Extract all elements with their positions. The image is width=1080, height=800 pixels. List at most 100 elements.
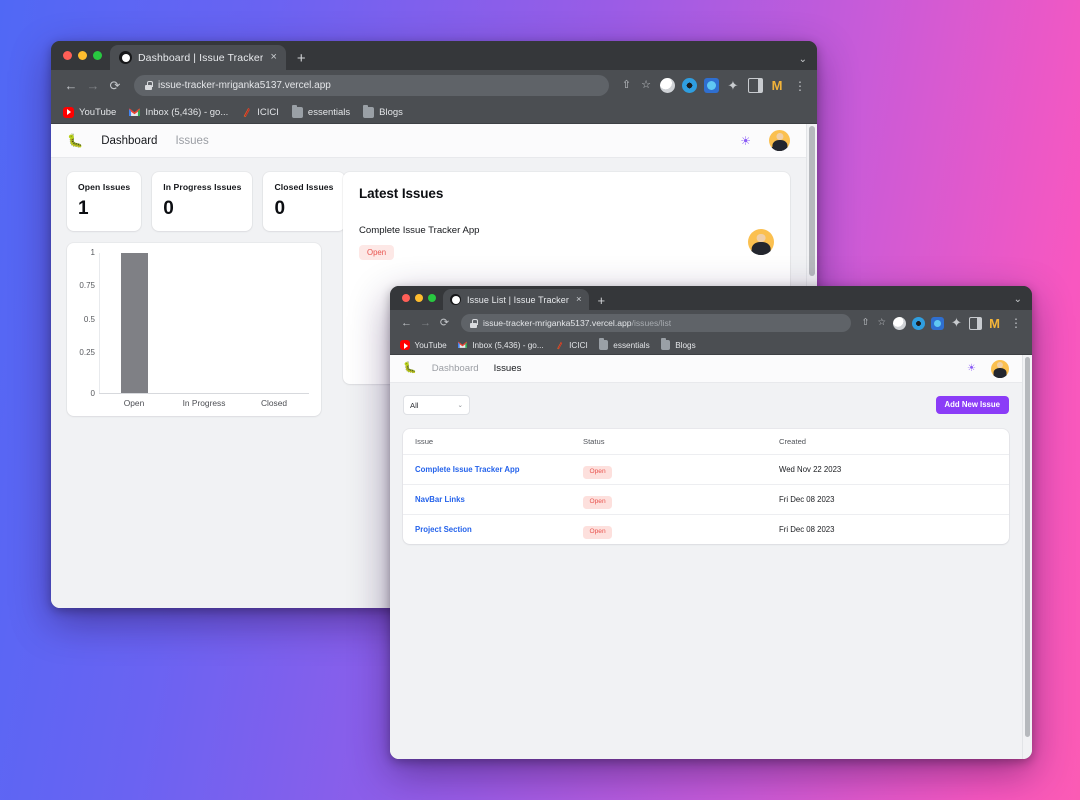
bookmark-blogs[interactable]: Blogs <box>363 104 403 118</box>
side-panel-icon[interactable] <box>969 316 982 330</box>
back-button[interactable]: ← <box>61 79 81 92</box>
avatar[interactable] <box>769 130 790 151</box>
bug-icon[interactable]: 🐛 <box>67 134 83 147</box>
extension-icon-3[interactable] <box>931 316 944 330</box>
issue-link[interactable]: Complete Issue Tracker App <box>415 465 583 474</box>
x-tick: Closed <box>260 398 288 408</box>
add-new-issue-button[interactable]: Add New Issue <box>935 395 1009 415</box>
stat-card-in-progress[interactable]: In Progress Issues 0 <box>152 172 253 231</box>
bookmark-label: YouTube <box>79 106 117 118</box>
address-bar-url: issue-tracker-mriganka5137.vercel.app <box>158 80 331 91</box>
extension-icon-2[interactable] <box>912 316 925 330</box>
browser-menu-icon[interactable]: ⋮ <box>1005 317 1025 329</box>
extension-icon-1[interactable] <box>659 78 675 93</box>
browser-tab-dashboard[interactable]: Dashboard | Issue Tracker × <box>110 45 286 70</box>
chevron-down-icon[interactable]: ⌄ <box>1014 294 1032 310</box>
browser-tab-issue-list[interactable]: Issue List | Issue Tracker × <box>443 289 589 310</box>
side-panel-icon[interactable] <box>747 78 763 93</box>
column-header-issue: Issue <box>415 437 434 446</box>
nav-link-dashboard[interactable]: Dashboard <box>101 135 157 147</box>
share-icon[interactable]: ⇧ <box>859 318 873 328</box>
browser-menu-icon[interactable]: ⋮ <box>789 80 809 92</box>
sun-icon[interactable]: ☀ <box>967 363 976 374</box>
latest-issue-title[interactable]: Complete Issue Tracker App <box>359 225 748 236</box>
extensions-puzzle-icon[interactable] <box>726 78 741 93</box>
address-bar[interactable]: issue-tracker-mriganka5137.vercel.app <box>134 75 609 96</box>
nav-link-issues[interactable]: Issues <box>494 363 522 374</box>
extension-icon-m[interactable] <box>770 78 785 93</box>
extension-icon-1[interactable] <box>893 316 906 330</box>
new-tab-button[interactable]: + <box>286 51 316 70</box>
close-window-button[interactable] <box>402 294 410 302</box>
window-traffic-lights[interactable] <box>400 286 443 310</box>
table-row[interactable]: Complete Issue Tracker App Open Wed Nov … <box>403 454 1009 484</box>
forward-button[interactable]: → <box>417 317 434 329</box>
browser-window-issue-list[interactable]: Issue List | Issue Tracker × + ⌄ ← → ⟳ i… <box>390 286 1032 759</box>
assignee-avatar[interactable] <box>748 229 774 256</box>
bookmark-star-icon[interactable]: ☆ <box>874 318 889 328</box>
bookmark-essentials[interactable]: essentials <box>598 338 650 350</box>
chart-bar-column <box>99 253 169 393</box>
bookmark-youtube[interactable]: YouTube <box>400 340 447 350</box>
browser-toolbar: ← → ⟳ issue-tracker-mriganka5137.vercel.… <box>390 310 1032 336</box>
bookmark-blogs[interactable]: Blogs <box>660 338 696 350</box>
minimize-window-button[interactable] <box>78 51 87 60</box>
table-header-row: Issue Status Created <box>403 429 1009 454</box>
close-tab-icon[interactable]: × <box>269 52 277 63</box>
bug-icon[interactable]: 🐛 <box>403 363 417 374</box>
gmail-icon <box>457 340 468 350</box>
extension-icon-2[interactable] <box>681 78 697 93</box>
minimize-window-button[interactable] <box>415 294 423 302</box>
forward-button[interactable]: → <box>83 79 103 92</box>
stat-card-open[interactable]: Open Issues 1 <box>67 172 142 231</box>
youtube-icon <box>400 340 410 350</box>
nav-link-issues[interactable]: Issues <box>175 135 208 147</box>
bookmark-label: essentials <box>307 106 351 118</box>
sun-icon[interactable]: ☀ <box>740 135 751 147</box>
bookmark-essentials[interactable]: essentials <box>291 104 351 118</box>
status-badge: Open <box>359 245 395 260</box>
issue-link[interactable]: Project Section <box>415 525 583 534</box>
extension-icon-3[interactable] <box>703 78 719 93</box>
chart-bars <box>99 253 309 393</box>
scrollbar-thumb[interactable] <box>809 126 815 276</box>
status-filter-select[interactable]: All ⌄ <box>403 395 470 415</box>
folder-icon <box>291 104 303 118</box>
chart-bar-column <box>239 253 309 393</box>
lock-icon <box>470 318 478 328</box>
address-bar[interactable]: issue-tracker-mriganka5137.vercel.app/is… <box>461 314 851 332</box>
latest-issue-row[interactable]: Complete Issue Tracker App Open <box>359 225 774 260</box>
page-scrollbar[interactable] <box>1022 355 1032 759</box>
avatar[interactable] <box>991 359 1009 378</box>
window-traffic-lights[interactable] <box>61 41 110 70</box>
reload-button[interactable]: ⟳ <box>436 317 453 329</box>
bookmark-icici[interactable]: ICICI <box>555 340 588 350</box>
maximize-window-button[interactable] <box>93 51 102 60</box>
table-row[interactable]: NavBar Links Open Fri Dec 08 2023 <box>403 484 1009 514</box>
close-window-button[interactable] <box>63 51 72 60</box>
back-button[interactable]: ← <box>398 317 415 329</box>
scrollbar-thumb[interactable] <box>1025 357 1030 737</box>
bookmark-inbox[interactable]: Inbox (5,436) - go... <box>129 107 228 118</box>
bookmark-icici[interactable]: ICICI <box>241 107 279 118</box>
chevron-down-icon[interactable]: ⌄ <box>799 54 817 70</box>
bug-favicon <box>450 294 461 305</box>
issue-link[interactable]: NavBar Links <box>415 495 583 504</box>
reload-button[interactable]: ⟳ <box>105 79 125 92</box>
issues-bar-chart: 1 0.75 0.5 0.25 0 Open In Progress Close… <box>67 243 321 416</box>
extension-icon-m[interactable] <box>988 317 1001 330</box>
share-icon[interactable]: ⇧ <box>618 80 635 91</box>
bookmark-star-icon[interactable]: ☆ <box>637 80 655 91</box>
chevron-down-icon: ⌄ <box>457 402 463 409</box>
new-tab-button[interactable]: + <box>589 294 615 310</box>
close-tab-icon[interactable]: × <box>575 295 583 305</box>
folder-icon <box>660 338 671 350</box>
nav-link-dashboard[interactable]: Dashboard <box>432 363 479 374</box>
chart-bar-open[interactable] <box>120 253 148 393</box>
maximize-window-button[interactable] <box>428 294 436 302</box>
stat-card-closed[interactable]: Closed Issues 0 <box>263 172 345 231</box>
extensions-puzzle-icon[interactable] <box>950 317 963 330</box>
bookmark-inbox[interactable]: Inbox (5,436) - go... <box>457 340 544 350</box>
bookmark-youtube[interactable]: YouTube <box>63 106 117 118</box>
table-row[interactable]: Project Section Open Fri Dec 08 2023 <box>403 514 1009 544</box>
